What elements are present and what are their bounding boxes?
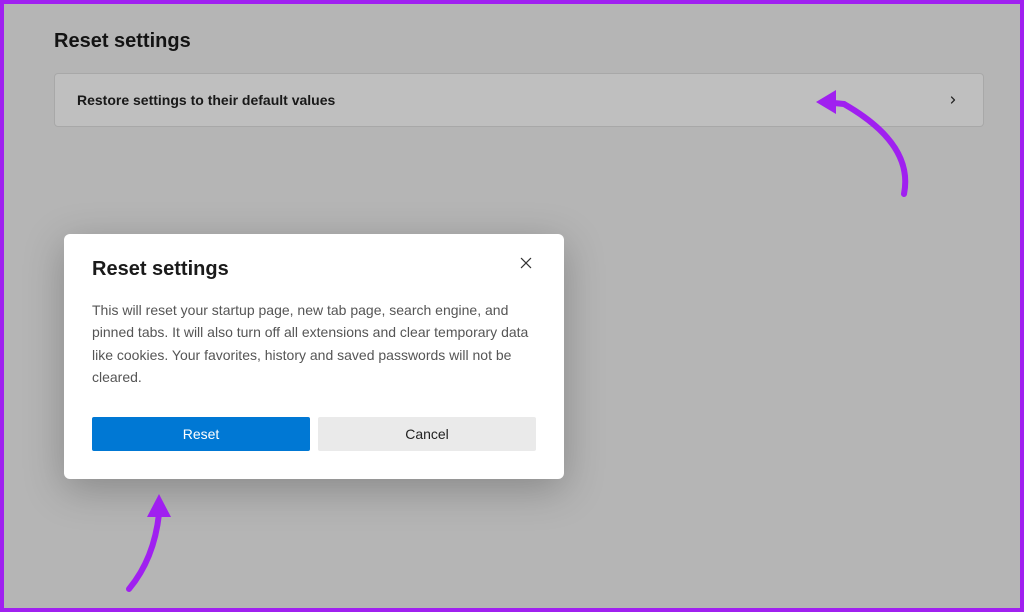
page-title: Reset settings: [54, 30, 970, 53]
dialog-actions: Reset Cancel: [92, 417, 536, 451]
reset-settings-dialog: Reset settings This will reset your star…: [64, 234, 564, 479]
close-icon: [518, 255, 534, 274]
restore-settings-row[interactable]: Restore settings to their default values: [54, 73, 984, 127]
reset-button[interactable]: Reset: [92, 417, 310, 451]
cancel-button[interactable]: Cancel: [318, 417, 536, 451]
close-button[interactable]: [516, 254, 536, 274]
chevron-right-icon: [945, 92, 961, 108]
dialog-description: This will reset your startup page, new t…: [92, 299, 536, 389]
dialog-title: Reset settings: [92, 258, 229, 281]
dialog-header: Reset settings: [92, 258, 536, 281]
restore-settings-label: Restore settings to their default values: [77, 92, 335, 108]
